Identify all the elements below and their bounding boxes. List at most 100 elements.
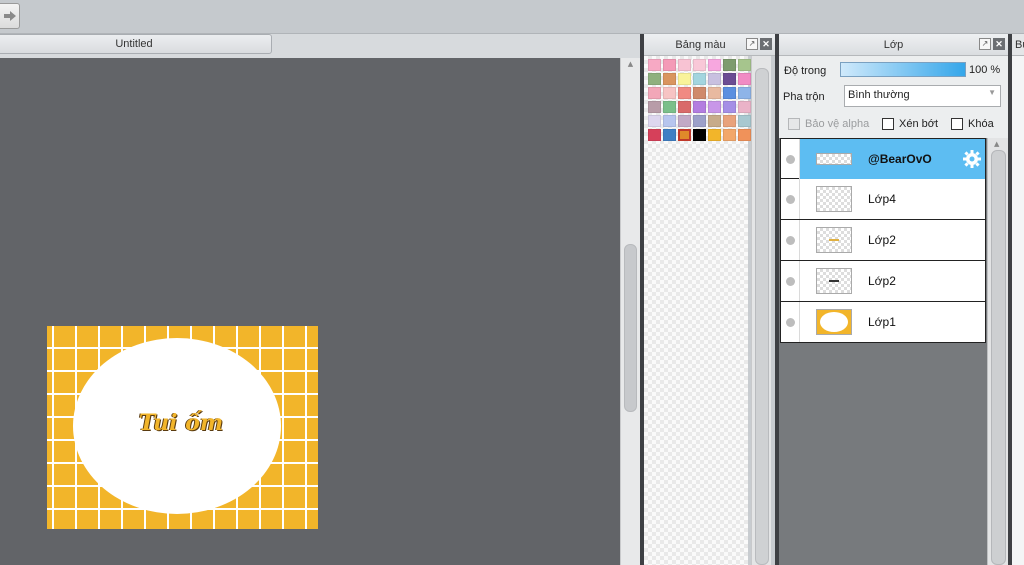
color-swatch[interactable] [648,101,661,113]
color-swatch[interactable] [678,73,691,85]
color-swatch[interactable] [708,87,721,99]
protect-alpha-checkbox[interactable]: Bảo vệ alpha [788,118,869,130]
canvas-vertical-scrollbar[interactable]: ▲ [620,58,640,565]
color-swatch[interactable] [738,101,751,113]
color-swatch[interactable] [738,87,751,99]
palette-panel-title: Bảng màu [675,38,726,51]
swatch-grid [648,59,751,141]
gear-icon[interactable] [962,149,982,169]
layer-name: Lớp2 [868,233,896,247]
forward-button[interactable] [0,3,20,29]
opacity-slider[interactable] [840,62,966,77]
close-icon[interactable]: ✕ [993,38,1005,50]
palette-scrollbar[interactable] [751,56,771,565]
color-swatch[interactable] [663,87,676,99]
artwork-canvas[interactable]: Tui ốm [47,326,318,529]
color-swatch[interactable] [678,87,691,99]
layer-row[interactable]: @BearOvO [780,138,986,179]
app-window: Untitled Tui ốm ▲ Bảng màu ↗ ✕ Lớp ↗ ✕ Đ… [0,0,1024,565]
color-swatch[interactable] [708,115,721,127]
document-tab[interactable]: Untitled [0,34,272,54]
blend-mode-select[interactable]: Bình thường ▼ [844,85,1001,107]
right-panel-header: Bu [1012,34,1024,56]
color-swatch[interactable] [693,115,706,127]
color-swatch[interactable] [708,101,721,113]
clipping-checkbox[interactable]: Xén bớt [882,118,938,130]
color-swatch[interactable] [663,115,676,127]
blend-mode-value: Bình thường [848,89,910,101]
color-swatch[interactable] [693,101,706,113]
right-panel-title: Bu [1015,39,1024,51]
opacity-value: 100 % [969,64,1001,76]
blend-mode-label: Pha trộn [783,91,825,103]
color-palette [644,56,751,565]
canvas-scroll-thumb[interactable] [624,244,637,412]
color-swatch[interactable] [708,129,721,141]
close-icon[interactable]: ✕ [760,38,772,50]
eye-dot-icon [785,235,795,245]
color-swatch[interactable] [708,73,721,85]
popout-icon[interactable]: ↗ [979,38,991,50]
checkbox-box [788,118,800,130]
visibility-toggle[interactable] [781,220,800,260]
color-swatch[interactable] [678,129,691,141]
layer-panel: Độ trong 100 % Pha trộn Bình thường ▼ Bả… [779,56,1008,565]
color-swatch[interactable] [693,87,706,99]
color-swatch[interactable] [648,115,661,127]
color-swatch[interactable] [648,129,661,141]
color-swatch[interactable] [723,59,736,71]
color-swatch[interactable] [648,59,661,71]
color-swatch[interactable] [678,101,691,113]
clipping-label: Xén bớt [899,118,939,130]
color-swatch[interactable] [738,115,751,127]
color-swatch[interactable] [723,73,736,85]
layer-row[interactable]: Lớp2 [780,261,986,302]
layer-thumbnail [816,227,852,253]
color-swatch[interactable] [663,59,676,71]
color-swatch[interactable] [678,115,691,127]
color-swatch[interactable] [738,129,751,141]
artwork-text: Tui ốm [138,410,224,436]
color-swatch[interactable] [723,115,736,127]
color-swatch[interactable] [648,87,661,99]
layer-scroll-thumb[interactable] [991,150,1006,565]
palette-scroll-thumb[interactable] [755,68,769,565]
layer-name: Lớp1 [868,315,896,329]
visibility-toggle[interactable] [781,179,800,219]
color-swatch[interactable] [693,59,706,71]
thumbnail-stroke [829,280,839,282]
layer-thumbnail [816,268,852,294]
color-swatch[interactable] [708,59,721,71]
color-swatch[interactable] [663,129,676,141]
color-swatch[interactable] [723,87,736,99]
color-swatch[interactable] [678,59,691,71]
color-swatch[interactable] [663,101,676,113]
color-swatch[interactable] [648,73,661,85]
layer-panel-title: Lớp [883,38,904,51]
color-swatch[interactable] [723,129,736,141]
layer-thumbnail [816,186,852,212]
layer-name: @BearOvO [868,152,932,166]
color-swatch[interactable] [693,73,706,85]
eye-dot-icon [785,317,795,327]
color-swatch[interactable] [723,101,736,113]
layer-row[interactable]: Lớp4 [780,179,986,220]
layer-row[interactable]: Lớp1 [780,302,986,343]
color-swatch[interactable] [738,59,751,71]
visibility-toggle[interactable] [781,302,800,342]
scroll-up-icon[interactable]: ▲ [625,60,636,68]
visibility-toggle[interactable] [781,261,800,301]
popout-icon[interactable]: ↗ [746,38,758,50]
arrow-right-icon [3,11,16,21]
scroll-up-icon[interactable]: ▲ [994,140,999,148]
color-swatch[interactable] [693,129,706,141]
color-swatch[interactable] [663,73,676,85]
protect-alpha-label: Bảo vệ alpha [805,118,870,130]
visibility-toggle[interactable] [781,139,800,179]
lock-checkbox[interactable]: Khóa [951,118,994,130]
lock-label: Khóa [968,118,994,130]
color-swatch[interactable] [738,73,751,85]
layer-row[interactable]: Lớp2 [780,220,986,261]
layer-name: Lớp4 [868,192,896,206]
layer-list-scrollbar[interactable]: ▲ [987,138,1008,565]
